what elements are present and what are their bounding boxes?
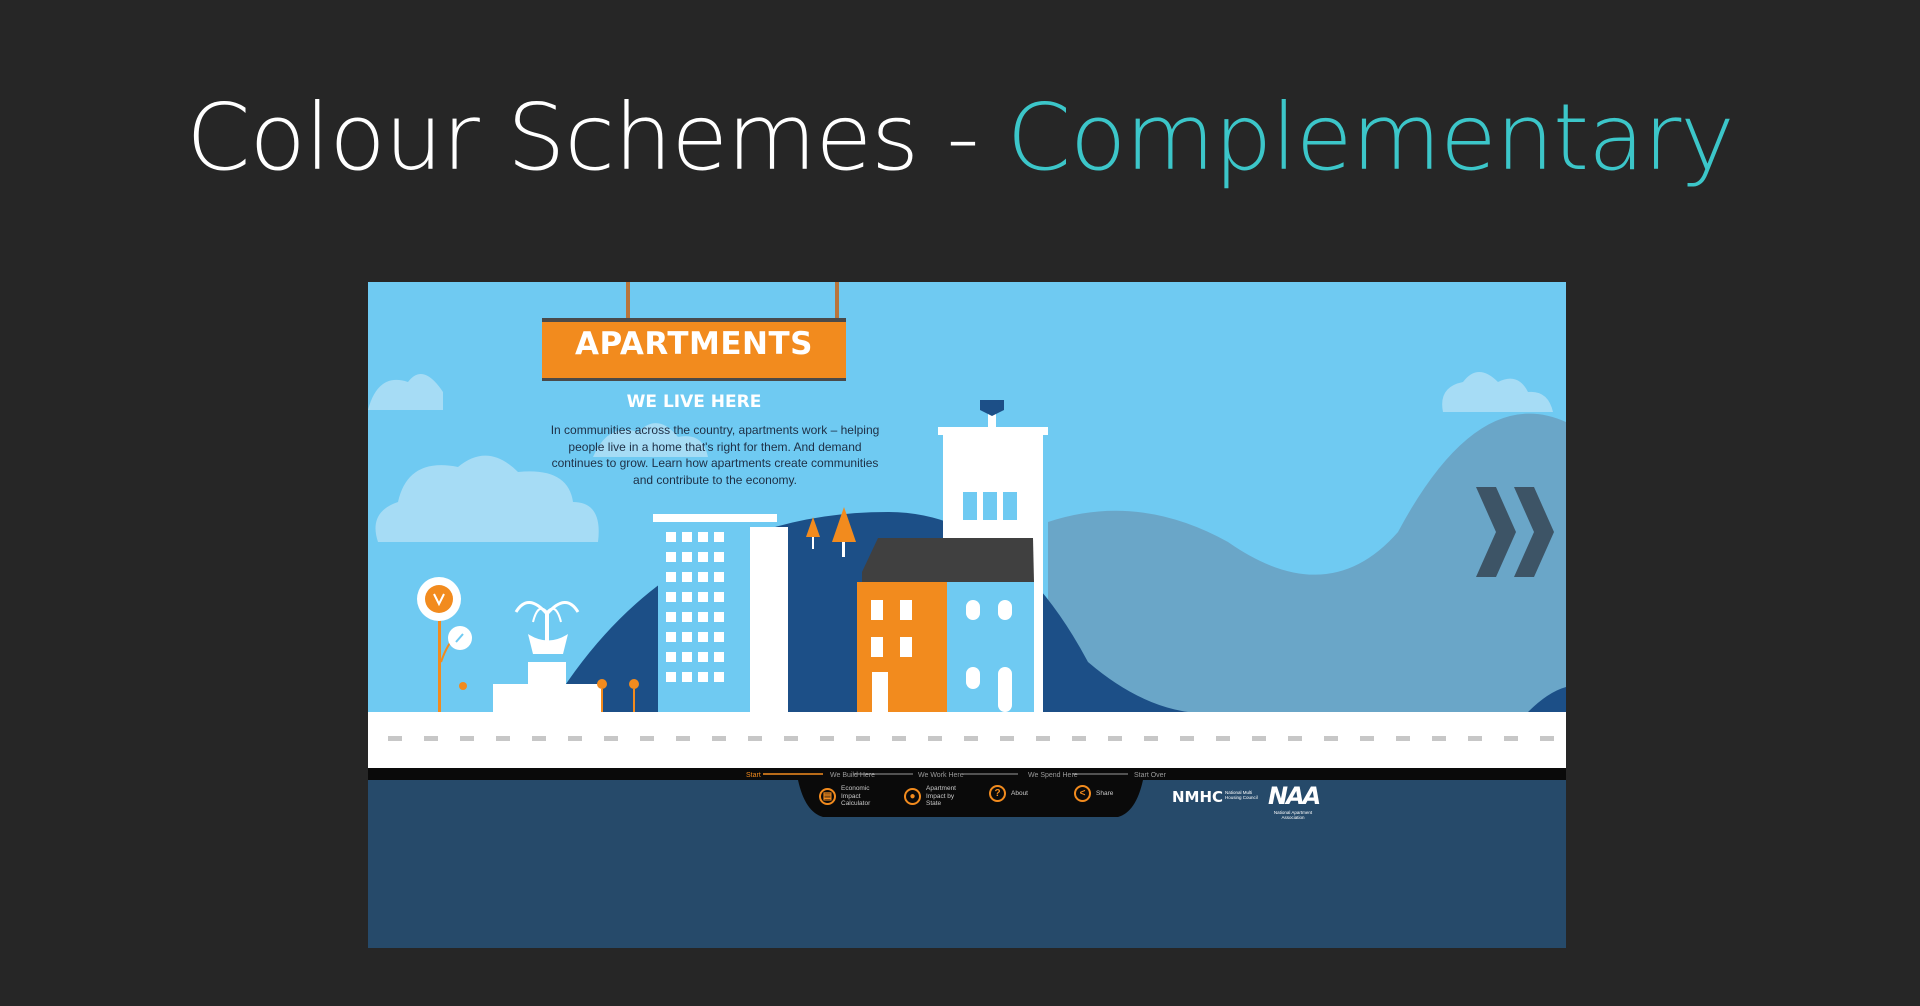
road-dash	[1288, 736, 1302, 741]
road-dash	[640, 736, 654, 741]
about-button[interactable]: ? About	[989, 785, 1047, 802]
calculator-icon: ▤	[819, 787, 836, 805]
we-live-here-subtitle: WE LIVE HERE	[626, 392, 762, 412]
share-button[interactable]: < Share	[1074, 785, 1132, 802]
road-dash	[1144, 736, 1158, 741]
road-dash	[676, 736, 690, 741]
slide-title: Colour Schemes - Complementary	[0, 92, 1920, 184]
slide-title-main: Colour Schemes -	[186, 84, 1007, 191]
road-dash	[892, 736, 906, 741]
road-dash	[1360, 736, 1374, 741]
road-dash	[1432, 736, 1446, 741]
share-icon: <	[1074, 785, 1091, 802]
next-page-button[interactable]	[1468, 482, 1563, 582]
road-dash	[496, 736, 510, 741]
city-illustration	[368, 282, 1566, 948]
road-dash	[928, 736, 942, 741]
progress-step-start-over[interactable]: Start Over	[1134, 772, 1166, 779]
naa-logo[interactable]: NAA	[1268, 782, 1321, 810]
road-dash	[1108, 736, 1122, 741]
nmhc-logo-caption: National Multi Housing Council	[1225, 790, 1258, 800]
road-dash	[820, 736, 834, 741]
road-dash	[1324, 736, 1338, 741]
slide-title-accent: Complementary	[1006, 84, 1735, 191]
us-map-icon: ●	[904, 787, 921, 805]
road-dash	[1252, 736, 1266, 741]
progress-step-start[interactable]: Start	[746, 772, 761, 779]
naa-logo-caption: National Apartment Association	[1273, 810, 1313, 820]
road-dash	[460, 736, 474, 741]
road-dash	[1396, 736, 1410, 741]
road-dash	[568, 736, 582, 741]
road-dash	[1180, 736, 1194, 741]
road-dash	[1504, 736, 1518, 741]
progress-step-build[interactable]: We Build Here	[830, 772, 875, 779]
road-dash	[1540, 736, 1554, 741]
road-dash	[964, 736, 978, 741]
road-dash	[604, 736, 618, 741]
apartment-impact-by-state-button[interactable]: ● Apartment Impact by State	[904, 785, 962, 808]
road-dash	[388, 736, 402, 741]
road-dash	[1468, 736, 1482, 741]
road-dash	[1216, 736, 1230, 741]
question-icon: ?	[989, 785, 1006, 802]
road-dash	[532, 736, 546, 741]
toolbar-label: Economic Impact Calculator	[841, 785, 871, 807]
road-dash	[1036, 736, 1050, 741]
toolbar-label: About	[1011, 789, 1028, 797]
toolbar-label: Apartment Impact by State	[926, 785, 956, 807]
road-dash	[1072, 736, 1086, 741]
apartments-website-screenshot: APARTMENTS WE LIVE HERE In communities a…	[368, 282, 1566, 948]
apartments-sign-title: APARTMENTS	[575, 326, 813, 362]
road-dash	[784, 736, 798, 741]
road-dash	[1000, 736, 1014, 741]
road-dash	[748, 736, 762, 741]
progress-step-work[interactable]: We Work Here	[918, 772, 964, 779]
nmhc-logo[interactable]: NMHC	[1172, 788, 1223, 806]
intro-paragraph: In communities across the country, apart…	[550, 423, 880, 487]
road-dash	[712, 736, 726, 741]
road-dash	[424, 736, 438, 741]
toolbar-label: Share	[1096, 789, 1114, 797]
economic-impact-calculator-button[interactable]: ▤ Economic Impact Calculator	[819, 785, 877, 808]
progress-step-spend[interactable]: We Spend Here	[1028, 772, 1078, 779]
road-dash	[856, 736, 870, 741]
